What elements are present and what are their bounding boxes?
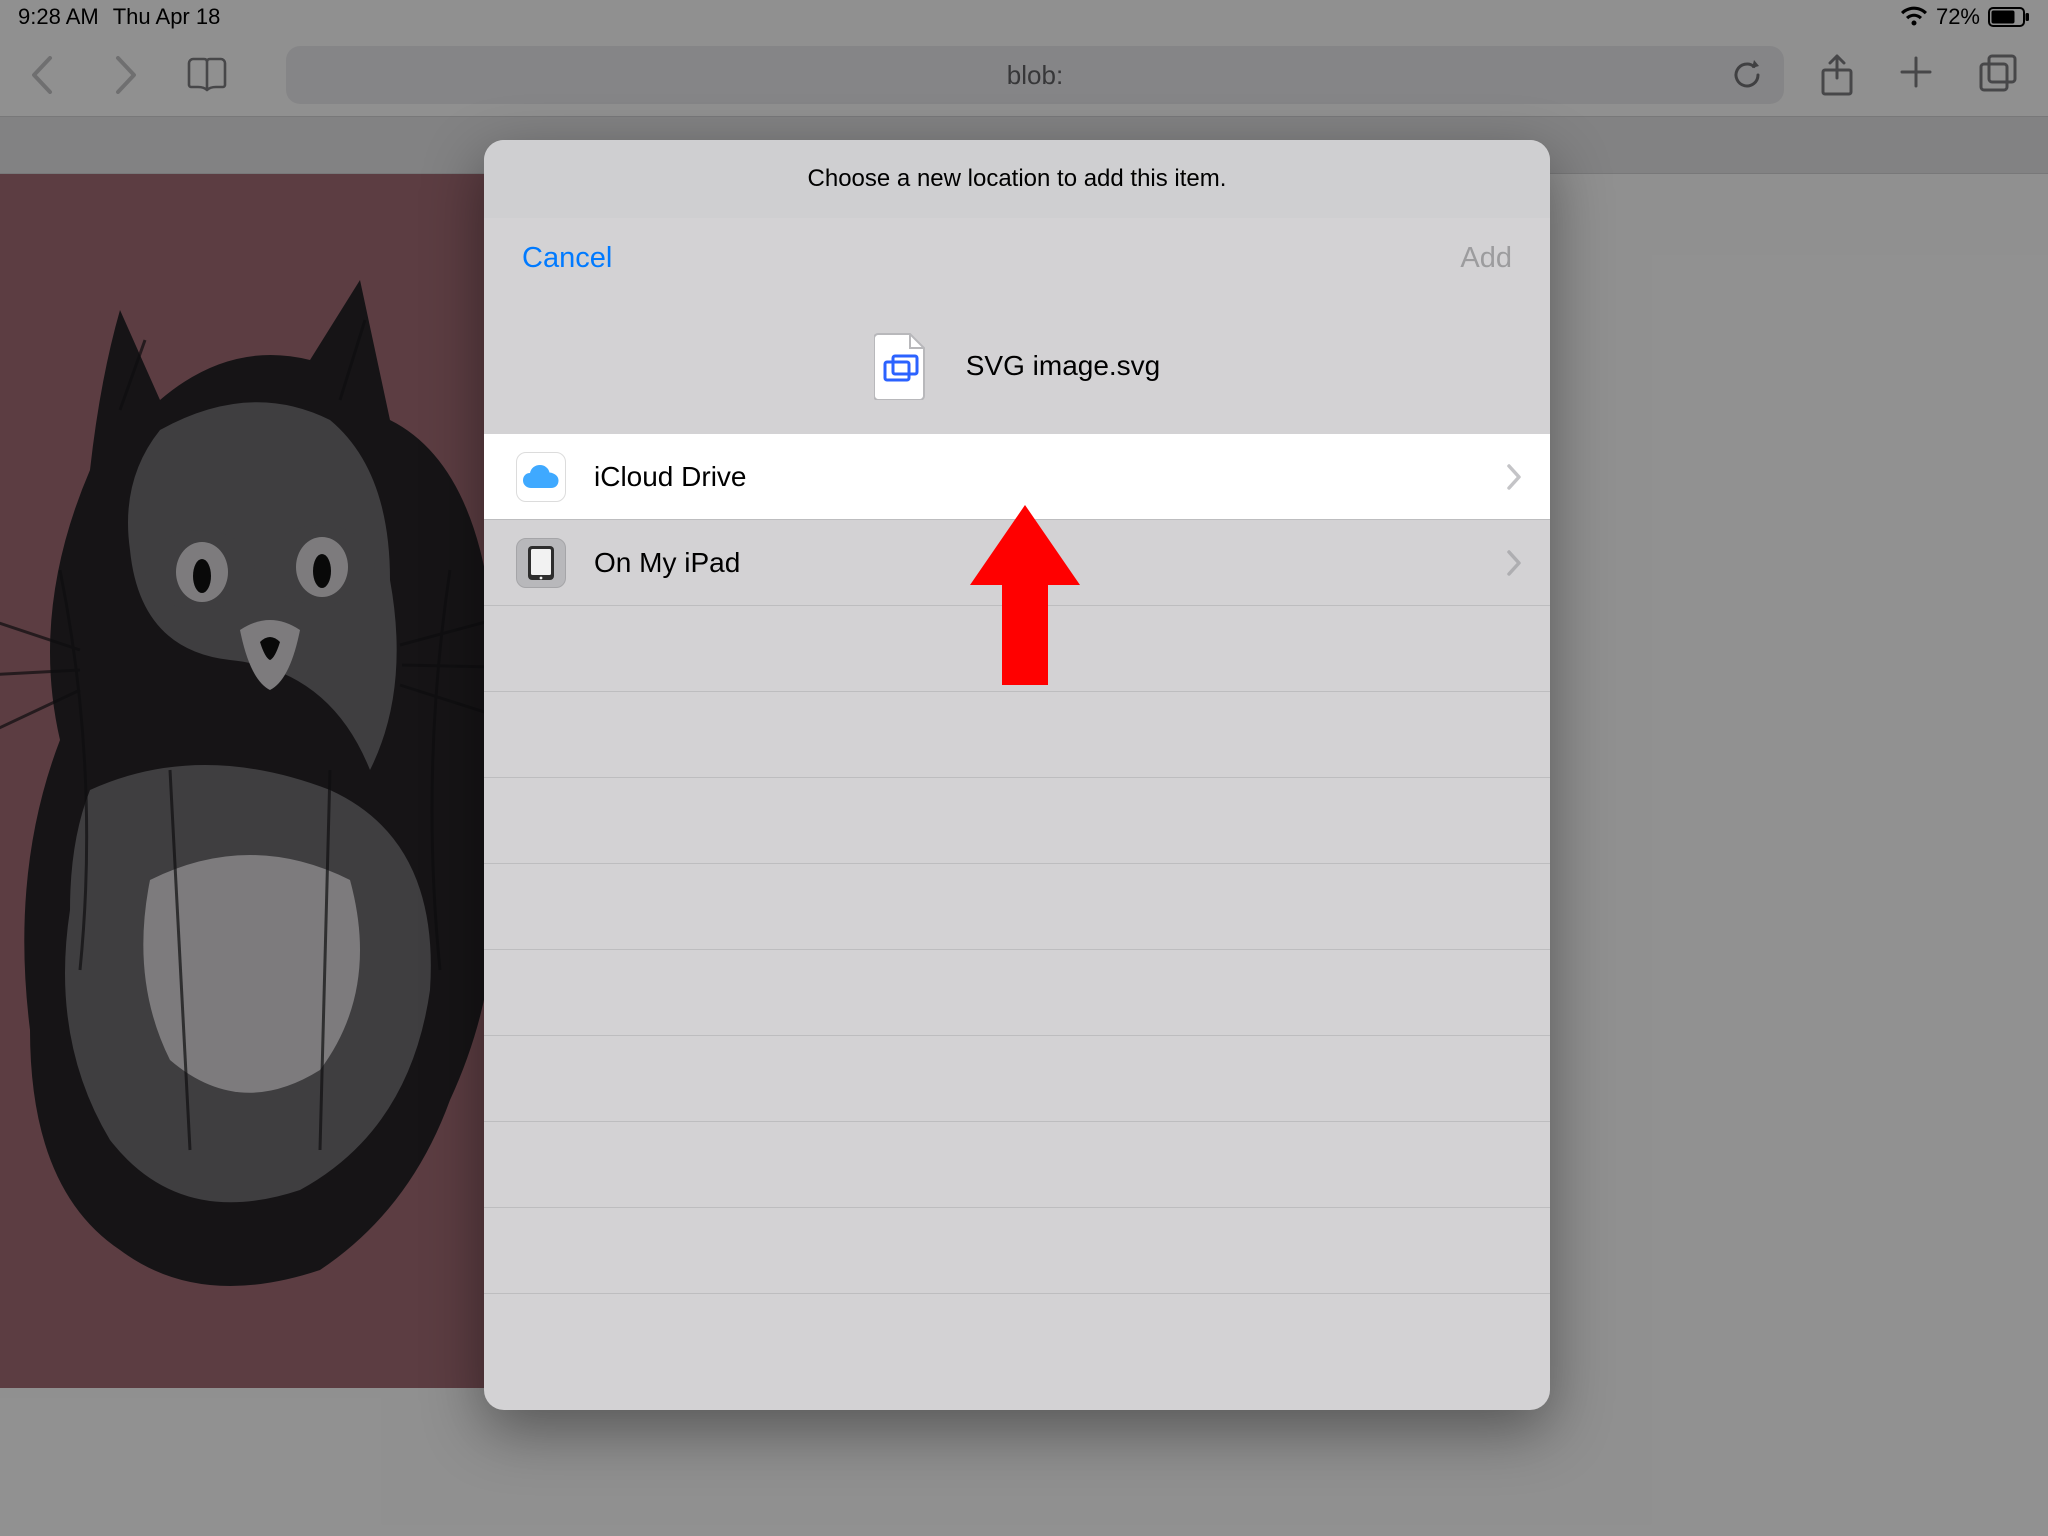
chevron-right-icon	[1506, 464, 1522, 490]
chevron-right-icon	[1506, 550, 1522, 576]
list-item	[484, 606, 1550, 692]
list-item	[484, 1122, 1550, 1208]
location-on-my-ipad[interactable]: On My iPad	[484, 520, 1550, 606]
list-item	[484, 778, 1550, 864]
list-item	[484, 692, 1550, 778]
cancel-button[interactable]: Cancel	[522, 242, 612, 275]
modal-title: Choose a new location to add this item.	[484, 140, 1550, 218]
save-location-modal: Choose a new location to add this item. …	[484, 140, 1550, 1410]
file-type-icon	[874, 332, 928, 400]
list-item	[484, 864, 1550, 950]
location-label: iCloud Drive	[594, 461, 1506, 493]
locations-list: iCloud Drive On My iPad	[484, 434, 1550, 1294]
icloud-icon	[516, 452, 566, 502]
file-name: SVG image.svg	[966, 350, 1161, 382]
location-icloud-drive[interactable]: iCloud Drive	[484, 434, 1550, 520]
list-item	[484, 950, 1550, 1036]
add-button[interactable]: Add	[1460, 242, 1512, 275]
list-item	[484, 1036, 1550, 1122]
file-preview: SVG image.svg	[484, 298, 1550, 434]
ipad-icon	[516, 538, 566, 588]
list-item	[484, 1208, 1550, 1294]
location-label: On My iPad	[594, 547, 1506, 579]
